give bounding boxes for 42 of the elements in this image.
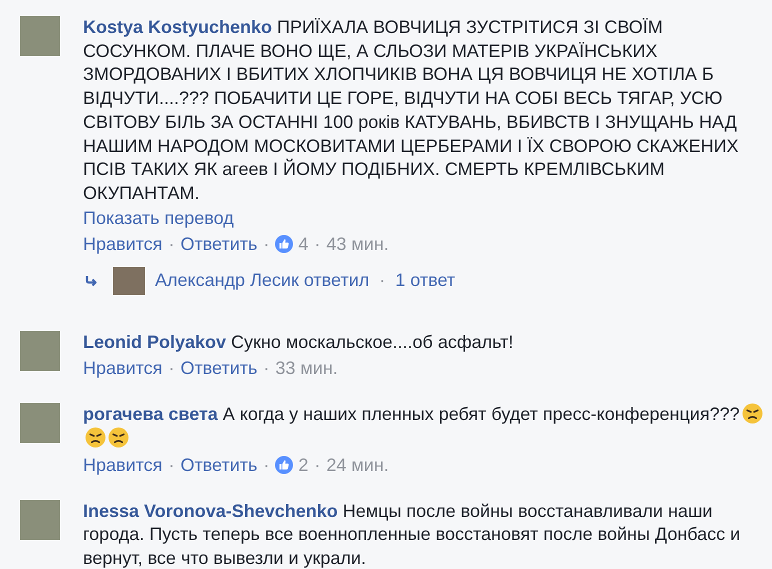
- timestamp: 33 мин.: [275, 357, 338, 380]
- avatar-photo-placeholder[interactable]: [20, 500, 60, 540]
- separator-dot: ·: [168, 232, 174, 256]
- replies-link[interactable]: Александр Лесик ответил: [155, 270, 370, 292]
- reply-count-link[interactable]: 1 ответ: [395, 270, 456, 292]
- comment-text: Inessa Voronova-Shevchenko Немцы после войны восстанавливали наши города. Пусть теперь все военнопленные восстановят после войны Донбасс и вернут, все что вывезли и украли.: [83, 500, 742, 569]
- separator-dot: ·: [263, 454, 270, 477]
- author-link[interactable]: рогачева света: [83, 404, 218, 424]
- avatar-photo-placeholder[interactable]: [20, 330, 60, 371]
- action-link[interactable]: Ответить: [180, 230, 258, 257]
- like-count: 2: [298, 454, 308, 477]
- thumbs-up-icon[interactable]: [275, 234, 294, 253]
- separator-dot: ·: [263, 357, 270, 380]
- action-link[interactable]: Нравится: [83, 355, 162, 382]
- author-link[interactable]: Inessa Voronova-Shevchenko: [83, 500, 338, 521]
- separator-dot: ·: [263, 232, 270, 256]
- timestamp: 24 мин.: [326, 454, 389, 477]
- like-count: 4: [298, 232, 308, 256]
- action-link[interactable]: Нравится: [83, 452, 162, 478]
- comment-text: Kostya Kostyuchenko ПРИЇХАЛА ВОВЧИЦЯ ЗУСТРІТИСЯ ЗІ СВОЇМ СОСУНКОМ. ПЛАЧЕ ВОНО ЩЕ, А СЛЬОЗИ МАТЕРІВ УКРАЇНСЬКИХ ЗМОРДОВАНИХ І ВБИТИХ ХЛОПЧИКІВ ВОНА ЦЯ ВОВЧИЦЯ НЕ ХОТІЛА Б ВІДЧУТИ....??? ПОБАЧИТИ ЦЕ ГОРЕ, ВІДЧУТИ НА СОБІ ВЕСЬ ТЯГАР, УСЮ СВІТОВУ БІЛЬ ЗА ОСТАННІ 100 років КАТУВАНЬ, ВБИВСТВ І ЗНУЩАНЬ НАД НАШИМ НАРОДОМ МОСКОВИТАМИ ЦЕРБЕРАМИ І ЇХ СВОРОЮ СКАЖЕНИХ ПСІВ ТАКИХ ЯК агеев І ЙОМУ ПОДІБНИХ. СМЕРТЬ КРЕМЛІВСЬКИМ ОКУПАНТАМ.: [83, 16, 740, 205]
- angry-face-icon: [742, 403, 763, 424]
- avatar-photo-placeholder[interactable]: [20, 16, 60, 56]
- action-link[interactable]: Нравится: [83, 230, 162, 257]
- author-link[interactable]: Leonid Polyakov: [83, 332, 226, 352]
- avatar-photo-placeholder: [113, 266, 145, 295]
- separator-dot: ·: [168, 454, 174, 477]
- separator-dot: ·: [314, 454, 320, 477]
- author-link[interactable]: Kostya Kostyuchenko: [83, 17, 272, 37]
- show-translation-link[interactable]: Показать перевод: [83, 206, 763, 230]
- comment-text: Leonid Polyakov Сукно москальское....об асфальт!: [83, 330, 514, 354]
- thumbs-up-icon[interactable]: [275, 456, 294, 474]
- reply-arrow-icon: [85, 274, 99, 287]
- angry-face-icon: [108, 427, 129, 448]
- action-link[interactable]: Ответить: [180, 452, 258, 478]
- separator-dot: ·: [168, 357, 174, 380]
- comment-text: рогачева света А когда у наших пленных ребят будет пресс-конференция???: [83, 403, 763, 451]
- separator-dot: ·: [379, 270, 386, 292]
- angry-face-icon: [85, 427, 106, 448]
- action-link[interactable]: Ответить: [180, 355, 258, 382]
- avatar-photo-placeholder[interactable]: [20, 403, 60, 444]
- timestamp: 43 мин.: [326, 232, 389, 256]
- separator-dot: ·: [314, 232, 320, 256]
